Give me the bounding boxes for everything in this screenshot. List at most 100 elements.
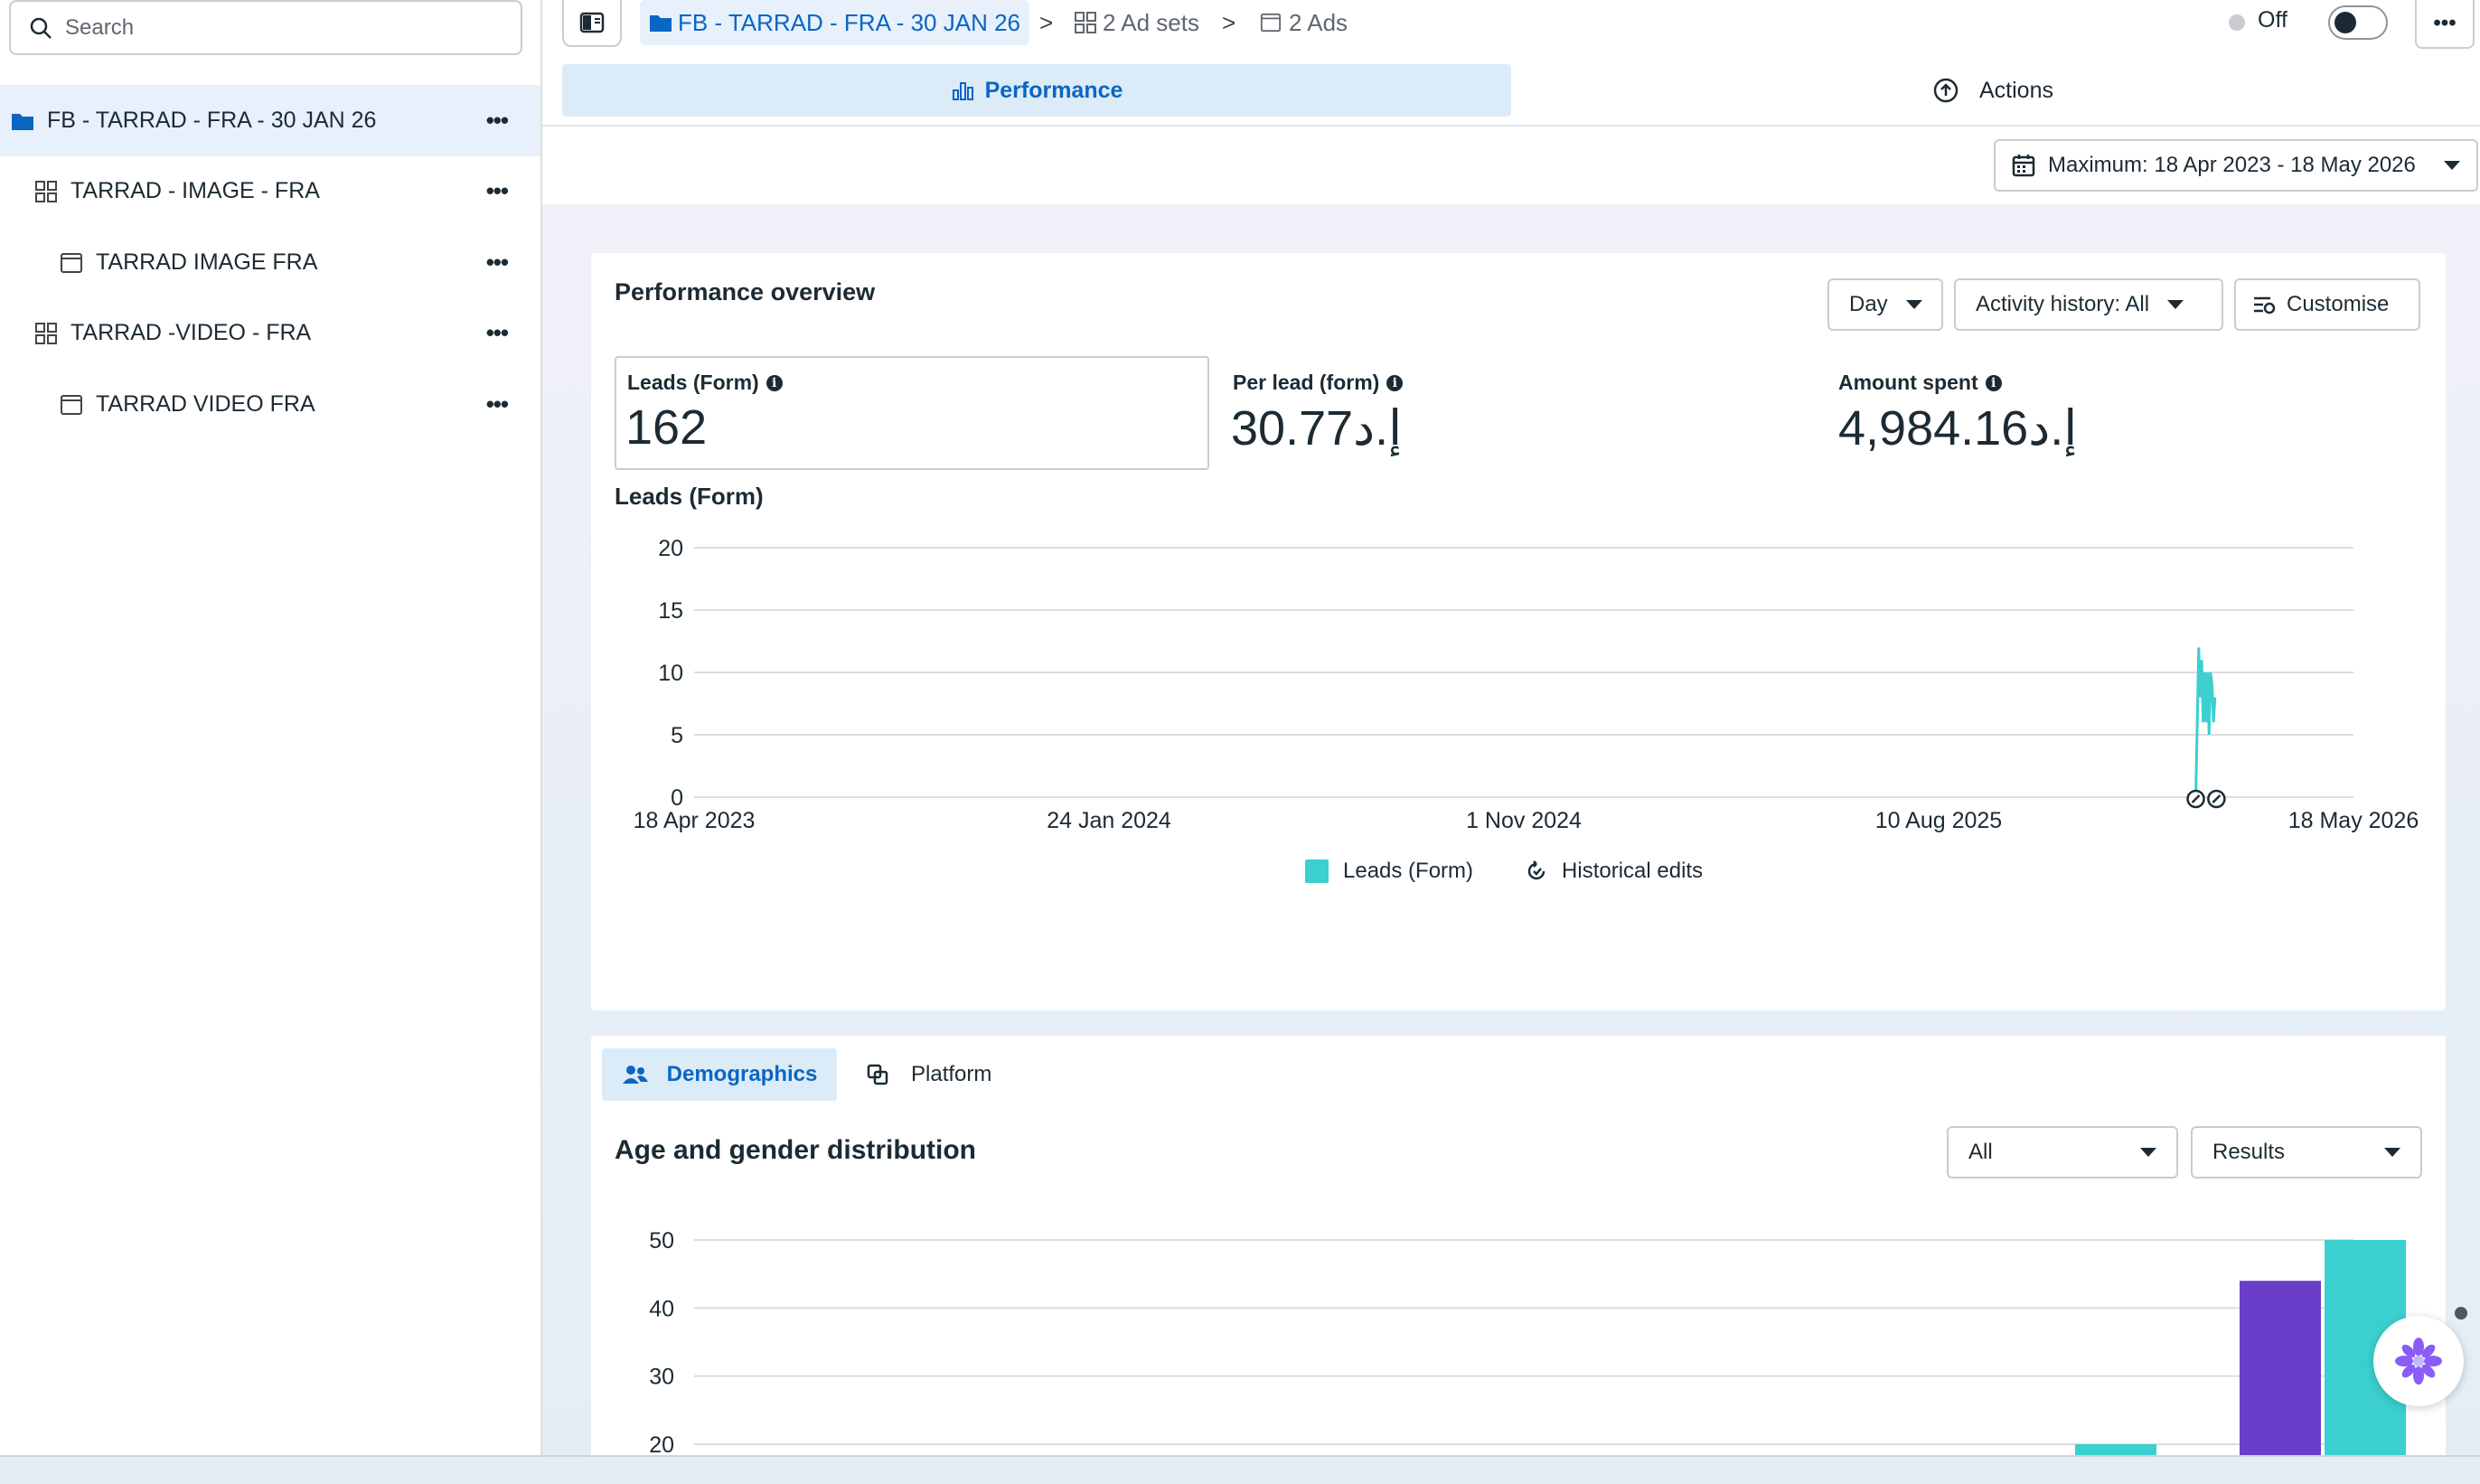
status-dot (2229, 14, 2245, 31)
search-icon (30, 17, 52, 39)
bar-chart-icon (952, 82, 973, 100)
breadcrumb-campaign[interactable]: FB - TARRAD - FRA - 30 JAN 26 (640, 0, 1030, 45)
audience-filter-dropdown[interactable]: All (1947, 1126, 2178, 1179)
metric-value: 4,984.16د.إ (1838, 401, 2078, 456)
info-icon[interactable]: i (766, 374, 783, 391)
activity-history-label: Activity history: All (1976, 292, 2150, 316)
copy-icon (867, 1064, 888, 1085)
info-icon[interactable]: i (1386, 374, 1404, 391)
sidebar-toggle-icon (579, 12, 605, 33)
bottom-strip (0, 1455, 2480, 1484)
legend-item-historical-edits: Historical edits (1562, 859, 1704, 883)
age-gender-bar-chart: 20 30 40 50 (649, 1228, 2406, 1455)
y-tick-label: 5 (671, 723, 683, 748)
sidebar-item-label: TARRAD - IMAGE - FRA (70, 178, 320, 203)
sidebar-item-label: TARRAD -VIDEO - FRA (70, 320, 312, 345)
tab-demographics-label: Demographics (666, 1062, 818, 1086)
breadcrumb-separator: > (1222, 9, 1236, 36)
x-tick-label: 18 May 2026 (2288, 808, 2419, 833)
more-options-icon[interactable]: ••• (486, 107, 509, 135)
metric-dropdown[interactable]: Results (2191, 1126, 2422, 1179)
folder-icon (12, 113, 33, 130)
metric-label-text: Per lead (form) (1233, 371, 1380, 394)
y-tick-label: 40 (649, 1296, 674, 1321)
sidebar-item-campaign[interactable]: FB - TARRAD - FRA - 30 JAN 26 ••• (0, 85, 540, 156)
settings-sliders-icon (2254, 296, 2276, 315)
y-tick-label: 15 (658, 598, 683, 624)
age-gender-title: Age and gender distribution (615, 1135, 977, 1165)
y-tick-label: 10 (658, 661, 683, 686)
chevron-down-icon (2444, 161, 2460, 170)
tabs-divider (542, 125, 2480, 127)
tab-performance[interactable]: Performance (562, 64, 1511, 117)
tab-demographics[interactable]: Demographics (602, 1048, 837, 1101)
tab-platform-label: Platform (911, 1062, 992, 1086)
bar (2240, 1281, 2321, 1455)
chart-title: Leads (Form) (615, 483, 764, 510)
date-range-picker[interactable]: Maximum: 18 Apr 2023 - 18 May 2026 (1994, 139, 2478, 192)
ad-icon (61, 252, 82, 273)
more-options-icon[interactable]: ••• (486, 390, 509, 418)
y-tick-label: 20 (658, 536, 683, 561)
ad-set-icon (1075, 12, 1096, 33)
more-options-icon[interactable]: ••• (486, 319, 509, 347)
ad-set-icon (35, 322, 57, 344)
collapse-sidebar-button[interactable] (562, 0, 622, 47)
granularity-label: Day (1849, 292, 1888, 316)
tab-actions[interactable]: Actions (1518, 64, 2467, 117)
chart-legend: Leads (Form) Historical edits (1305, 859, 1703, 884)
people-icon (622, 1066, 648, 1084)
breadcrumb-ad-sets-label: 2 Ad sets (1103, 8, 1199, 36)
tab-actions-label: Actions (1979, 77, 2053, 103)
more-options-icon[interactable]: ••• (486, 177, 509, 205)
ad-icon (1260, 13, 1282, 33)
calendar-icon (2012, 155, 2035, 177)
audience-filter-label: All (1968, 1140, 1993, 1164)
search-placeholder: Search (65, 14, 135, 40)
date-range-label: Maximum: 18 Apr 2023 - 18 May 2026 (2048, 153, 2416, 177)
metric-label: Leads (Form) i (627, 371, 783, 395)
series-line-leads (2194, 647, 2217, 798)
breadcrumb-separator: > (1039, 9, 1054, 36)
sidebar-item-label: TARRAD VIDEO FRA (96, 391, 315, 417)
granularity-dropdown[interactable]: Day (1827, 278, 1943, 331)
metric-label: Per lead (form) i (1233, 371, 1404, 395)
bar (2075, 1444, 2156, 1455)
breadcrumb-ad-sets[interactable]: 2 Ad sets (1074, 0, 1199, 45)
customise-label: Customise (2287, 292, 2390, 316)
sidebar-item-ad-image[interactable]: TARRAD IMAGE FRA ••• (0, 227, 540, 298)
leads-line-chart: 0 5 10 15 20 18 Apr 2023 24 Jan 2024 1 Nov 2024… (634, 536, 2419, 833)
sidebar-item-adset-video[interactable]: TARRAD -VIDEO - FRA ••• (0, 297, 540, 369)
tab-platform[interactable]: Platform (866, 1048, 991, 1101)
ai-assistant-button[interactable] (2373, 1316, 2464, 1406)
x-tick-label: 24 Jan 2024 (1047, 808, 1171, 833)
sidebar-item-label: TARRAD IMAGE FRA (96, 249, 318, 275)
y-tick-label: 20 (649, 1432, 674, 1455)
sidebar-item-adset-image[interactable]: TARRAD - IMAGE - FRA ••• (0, 155, 540, 227)
metric-label-text: Leads (Form) (627, 371, 759, 394)
activity-history-dropdown[interactable]: Activity history: All (1954, 278, 2223, 331)
info-icon[interactable]: i (1985, 374, 2002, 391)
ad-icon (61, 394, 82, 415)
search-input[interactable]: Search (9, 0, 522, 55)
metric-label-text: Amount spent (1838, 371, 1978, 394)
y-tick-label: 50 (649, 1228, 674, 1254)
metric-label: Amount spent i (1838, 371, 2002, 395)
breadcrumb-ads[interactable]: 2 Ads (1260, 0, 1348, 45)
history-edit-icon (1527, 860, 1545, 880)
y-tick-label: 0 (671, 785, 683, 811)
more-options-button[interactable]: ••• (2415, 0, 2475, 49)
tab-performance-label: Performance (984, 77, 1123, 103)
chevron-down-icon (2167, 300, 2184, 309)
more-options-icon[interactable]: ••• (486, 249, 509, 277)
performance-overview-title: Performance overview (615, 278, 876, 305)
campaign-toggle[interactable] (2328, 5, 2388, 40)
metric-value: 162 (625, 400, 708, 455)
customise-button[interactable]: Customise (2234, 278, 2420, 331)
folder-icon (650, 15, 672, 32)
breadcrumb-ads-label: 2 Ads (1289, 8, 1348, 36)
metric-dropdown-label: Results (2212, 1140, 2286, 1164)
indicator-dot (2455, 1307, 2467, 1320)
legend-swatch (1305, 859, 1329, 883)
sidebar-item-ad-video[interactable]: TARRAD VIDEO FRA ••• (0, 369, 540, 440)
